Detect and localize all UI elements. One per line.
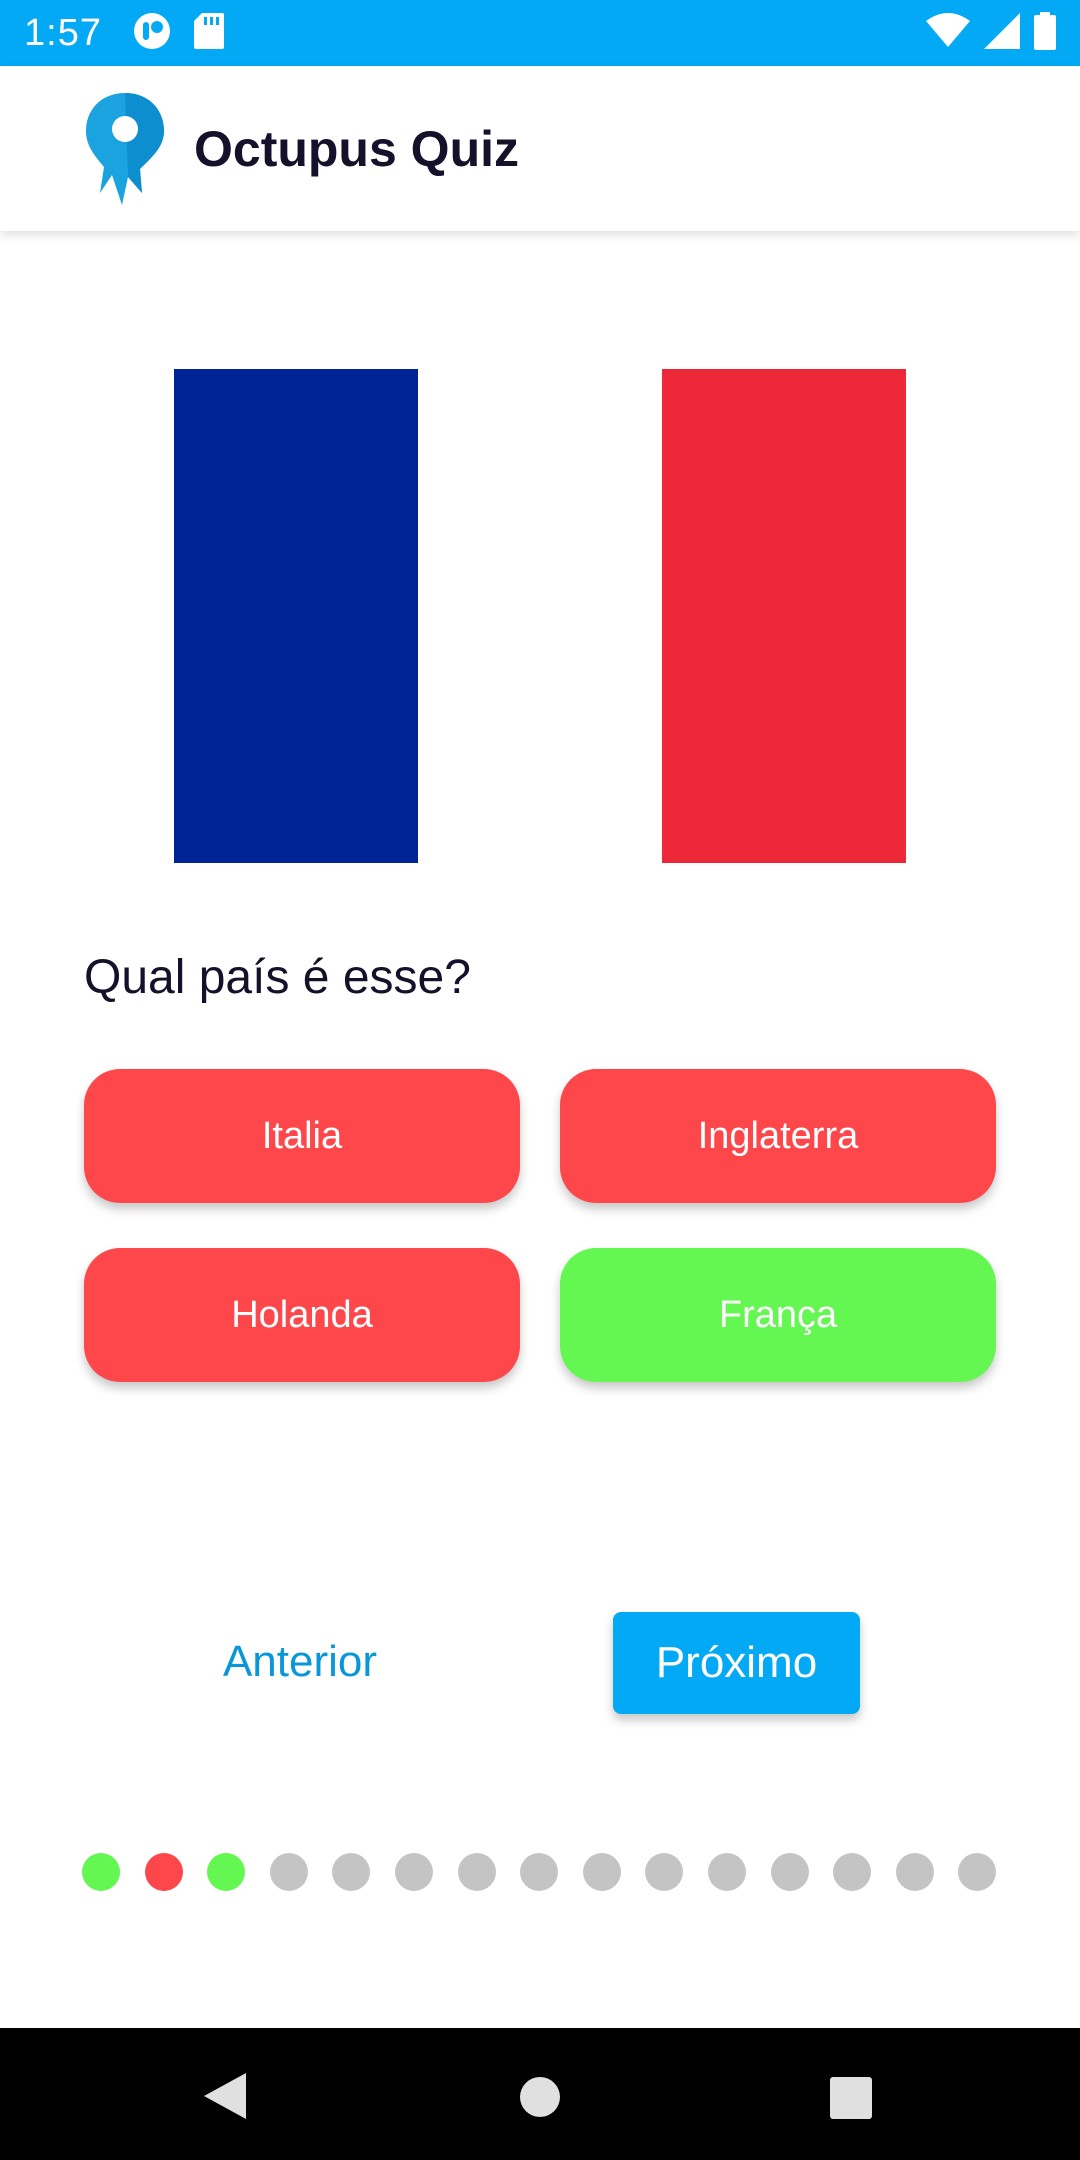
flag-stripe-red: [662, 369, 906, 863]
flag-stripe-blue: [174, 369, 418, 863]
status-bar: 1:57: [0, 0, 1080, 66]
app-bar: Octupus Quiz: [0, 66, 1080, 231]
progress-dot-pending: [457, 1853, 496, 1891]
wifi-icon: [926, 12, 970, 54]
progress-dot-correct: [82, 1853, 120, 1891]
progress-dot-pending: [770, 1853, 809, 1891]
flag-image: [174, 369, 906, 863]
sd-card-icon: [193, 12, 224, 54]
progress-dot-correct: [207, 1853, 246, 1891]
progress-dot-pending: [269, 1853, 308, 1891]
next-button[interactable]: Próximo: [613, 1612, 860, 1714]
progress-dot-pending: [833, 1853, 872, 1891]
status-left-icons: [132, 11, 224, 56]
octopus-pin-logo-icon: [80, 89, 170, 209]
notification-icon: [132, 11, 172, 56]
signal-icon: [984, 12, 1020, 54]
progress-dot-pending: [958, 1853, 997, 1891]
recents-icon[interactable]: [830, 2077, 872, 2124]
progress-dot-pending: [520, 1853, 559, 1891]
progress-dot-pending: [645, 1853, 684, 1891]
progress-dot-pending: [895, 1853, 934, 1891]
system-nav-bar: [0, 2028, 1080, 2160]
app-title: Octupus Quiz: [194, 120, 519, 177]
status-right-icons: [926, 11, 1056, 55]
option-button-holanda[interactable]: Holanda: [84, 1248, 520, 1382]
option-button-franca[interactable]: França: [560, 1248, 996, 1382]
progress-dot-pending: [332, 1853, 371, 1891]
home-icon[interactable]: [519, 2076, 561, 2123]
question-text: Qual país é esse?: [84, 951, 471, 1004]
previous-button[interactable]: Anterior: [170, 1612, 430, 1712]
battery-icon: [1034, 11, 1056, 55]
progress-dot-pending: [394, 1853, 433, 1891]
option-button-italia[interactable]: Italia: [84, 1069, 520, 1203]
option-button-inglaterra[interactable]: Inglaterra: [560, 1069, 996, 1203]
progress-dot-pending: [582, 1853, 621, 1891]
flag-stripe-white: [418, 369, 662, 863]
back-icon[interactable]: [204, 2073, 246, 2124]
progress-dot-wrong: [144, 1853, 183, 1891]
progress-dots: [82, 1853, 997, 1891]
status-time: 1:57: [24, 11, 102, 54]
progress-dot-pending: [707, 1853, 746, 1891]
